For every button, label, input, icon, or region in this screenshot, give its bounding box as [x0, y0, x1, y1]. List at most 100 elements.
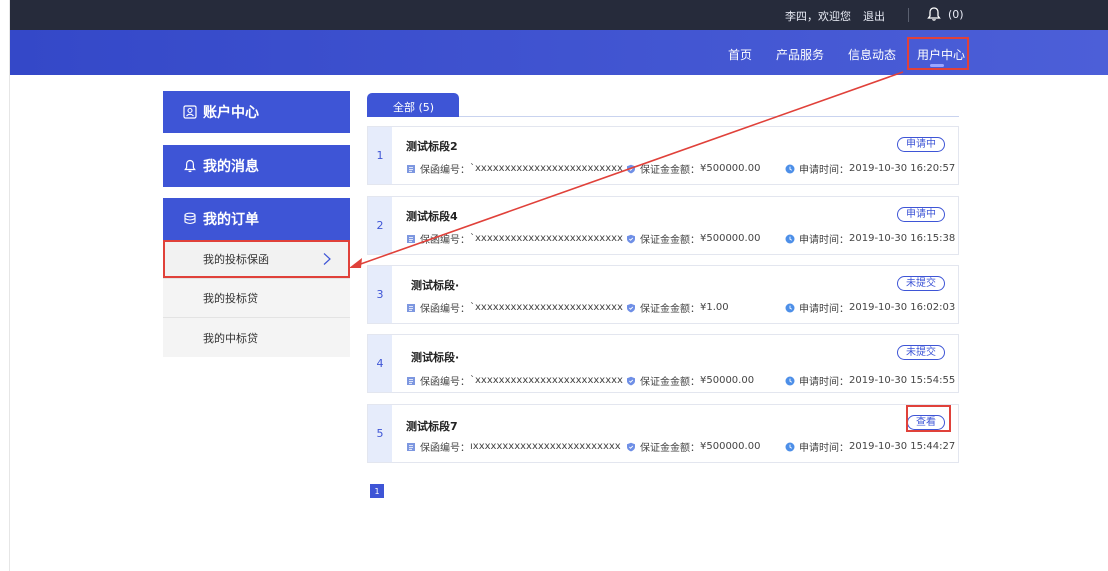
order-guarantee-no: 保函编号： `xxxxxxxxxxxxxxxxxxxxxxxxx: [406, 373, 623, 388]
apply-time-label: 申请时间：: [799, 165, 849, 176]
document-icon: [406, 234, 416, 244]
guarantee-no-value: `xxxxxxxxxxxxxxxxxxxxxxxxx: [470, 163, 623, 174]
order-card: 2 测试标段4 保函编号： `xxxxxxxxxxxxxxxxxxxxxxxxx…: [367, 196, 959, 255]
order-card: 5 测试标段7 保函编号： ıxxxxxxxxxxxxxxxxxxxxxxxxx…: [367, 404, 959, 463]
document-icon: [406, 164, 416, 174]
order-title: 测试标段·: [411, 351, 460, 364]
order-amount: 保证金金额： ¥500000.00: [626, 161, 760, 176]
order-time: 申请时间： 2019-10-30 16:20:57: [785, 161, 955, 176]
order-amount: 保证金金额： ¥1.00: [626, 300, 729, 315]
pagination-page[interactable]: 1: [370, 484, 384, 498]
logout-link[interactable]: 退出: [863, 8, 885, 24]
sidebar-item-bid-loan[interactable]: 我的投标贷: [163, 279, 350, 318]
order-title: 测试标段7: [406, 420, 458, 433]
annotation-box-user-center: [907, 37, 969, 70]
deposit-amount-value: ¥500000.00: [700, 441, 761, 452]
apply-time-value: 2019-10-30 16:02:03: [849, 302, 956, 313]
apply-time-value: 2019-10-30 15:44:27: [849, 441, 956, 452]
tab-all[interactable]: 全部 (5): [367, 93, 459, 117]
shield-icon: [626, 442, 636, 452]
deposit-amount-value: ¥500000.00: [700, 233, 761, 244]
sidebar-item-label: 我的中标贷: [203, 331, 258, 345]
deposit-amount-label: 保证金金额：: [640, 165, 700, 176]
order-time: 申请时间： 2019-10-30 15:54:55: [785, 373, 955, 388]
status-badge[interactable]: 未提交: [897, 345, 945, 360]
sidebar-submenu: 我的投标保函 我的投标贷 我的中标贷: [163, 240, 350, 357]
view-button[interactable]: 查看: [907, 415, 945, 430]
order-guarantee-no: 保函编号： `xxxxxxxxxxxxxxxxxxxxxxxxx: [406, 161, 623, 176]
welcome-text: 李四，欢迎您: [785, 10, 851, 23]
order-time: 申请时间： 2019-10-30 16:02:03: [785, 300, 955, 315]
order-card: 1 测试标段2 保函编号： `xxxxxxxxxxxxxxxxxxxxxxxxx…: [367, 126, 959, 185]
apply-time-label: 申请时间：: [799, 304, 849, 315]
notification-count[interactable]: (0): [948, 8, 964, 21]
guarantee-no-label: 保函编号：: [420, 443, 470, 454]
clock-icon: [785, 303, 795, 313]
shield-icon: [626, 234, 636, 244]
order-index: 4: [368, 335, 392, 392]
bell-icon[interactable]: [926, 6, 942, 22]
status-badge[interactable]: 申请中: [897, 207, 945, 222]
sidebar-my-orders-label: 我的订单: [203, 212, 259, 228]
deposit-amount-label: 保证金金额：: [640, 377, 700, 388]
status-badge[interactable]: 申请中: [897, 137, 945, 152]
order-guarantee-no: 保函编号： ıxxxxxxxxxxxxxxxxxxxxxxxxx: [406, 439, 621, 454]
clock-icon: [785, 376, 795, 386]
guarantee-no-label: 保函编号：: [420, 304, 470, 315]
clock-icon: [785, 164, 795, 174]
order-index: 1: [368, 127, 392, 184]
sidebar-account-center[interactable]: 账户中心: [163, 91, 350, 133]
apply-time-label: 申请时间：: [799, 443, 849, 454]
order-index: 5: [368, 405, 392, 462]
nav-home[interactable]: 首页: [728, 46, 752, 63]
sidebar-my-messages-label: 我的消息: [203, 159, 259, 175]
sidebar-item-win-loan[interactable]: 我的中标贷: [163, 318, 350, 357]
shield-icon: [626, 303, 636, 313]
deposit-amount-value: ¥500000.00: [700, 163, 761, 174]
deposit-amount-label: 保证金金额：: [640, 443, 700, 454]
deposit-amount-label: 保证金金额：: [640, 304, 700, 315]
sidebar-item-bid-guarantee[interactable]: 我的投标保函: [163, 240, 350, 279]
sidebar-item-label: 我的投标贷: [203, 292, 258, 305]
top-bar: 李四，欢迎您 退出 (0): [10, 0, 1108, 30]
bell-icon: [183, 159, 197, 173]
order-amount: 保证金金额： ¥50000.00: [626, 373, 754, 388]
deposit-amount-value: ¥1.00: [700, 302, 729, 313]
guarantee-no-label: 保函编号：: [420, 377, 470, 388]
nav-products[interactable]: 产品服务: [776, 46, 824, 63]
nav-news[interactable]: 信息动态: [848, 46, 896, 63]
document-icon: [406, 376, 416, 386]
order-title: 测试标段4: [406, 210, 458, 223]
apply-time-value: 2019-10-30 15:54:55: [849, 375, 956, 386]
order-title: 测试标段·: [411, 279, 460, 292]
account-icon: [183, 105, 197, 119]
sidebar-account-center-label: 账户中心: [203, 105, 259, 121]
guarantee-no-value: `xxxxxxxxxxxxxxxxxxxxxxxxx: [470, 375, 623, 386]
order-amount: 保证金金额： ¥500000.00: [626, 439, 760, 454]
order-time: 申请时间： 2019-10-30 16:15:38: [785, 231, 955, 246]
apply-time-value: 2019-10-30 16:20:57: [849, 163, 956, 174]
document-icon: [406, 303, 416, 313]
shield-icon: [626, 164, 636, 174]
order-time: 申请时间： 2019-10-30 15:44:27: [785, 439, 955, 454]
sidebar-my-messages[interactable]: 我的消息: [163, 145, 350, 187]
order-amount: 保证金金额： ¥500000.00: [626, 231, 760, 246]
divider: [908, 8, 909, 22]
status-badge[interactable]: 未提交: [897, 276, 945, 291]
order-index: 2: [368, 197, 392, 254]
order-guarantee-no: 保函编号： `xxxxxxxxxxxxxxxxxxxxxxxxx: [406, 300, 623, 315]
apply-time-value: 2019-10-30 16:15:38: [849, 233, 956, 244]
tab-bar: 全部 (5): [367, 93, 959, 117]
order-guarantee-no: 保函编号： `xxxxxxxxxxxxxxxxxxxxxxxxx: [406, 231, 623, 246]
apply-time-label: 申请时间：: [799, 235, 849, 246]
guarantee-no-value: `xxxxxxxxxxxxxxxxxxxxxxxxx: [470, 233, 623, 244]
guarantee-no-value: ıxxxxxxxxxxxxxxxxxxxxxxxxx: [470, 441, 621, 452]
guarantee-no-value: `xxxxxxxxxxxxxxxxxxxxxxxxx: [470, 302, 623, 313]
deposit-amount-label: 保证金金额：: [640, 235, 700, 246]
deposit-amount-value: ¥50000.00: [700, 375, 755, 386]
sidebar-my-orders[interactable]: 我的订单: [163, 198, 350, 240]
order-index: 3: [368, 266, 392, 323]
guarantee-no-label: 保函编号：: [420, 235, 470, 246]
chevron-right-icon: [322, 252, 332, 266]
sidebar-item-label: 我的投标保函: [203, 253, 269, 266]
